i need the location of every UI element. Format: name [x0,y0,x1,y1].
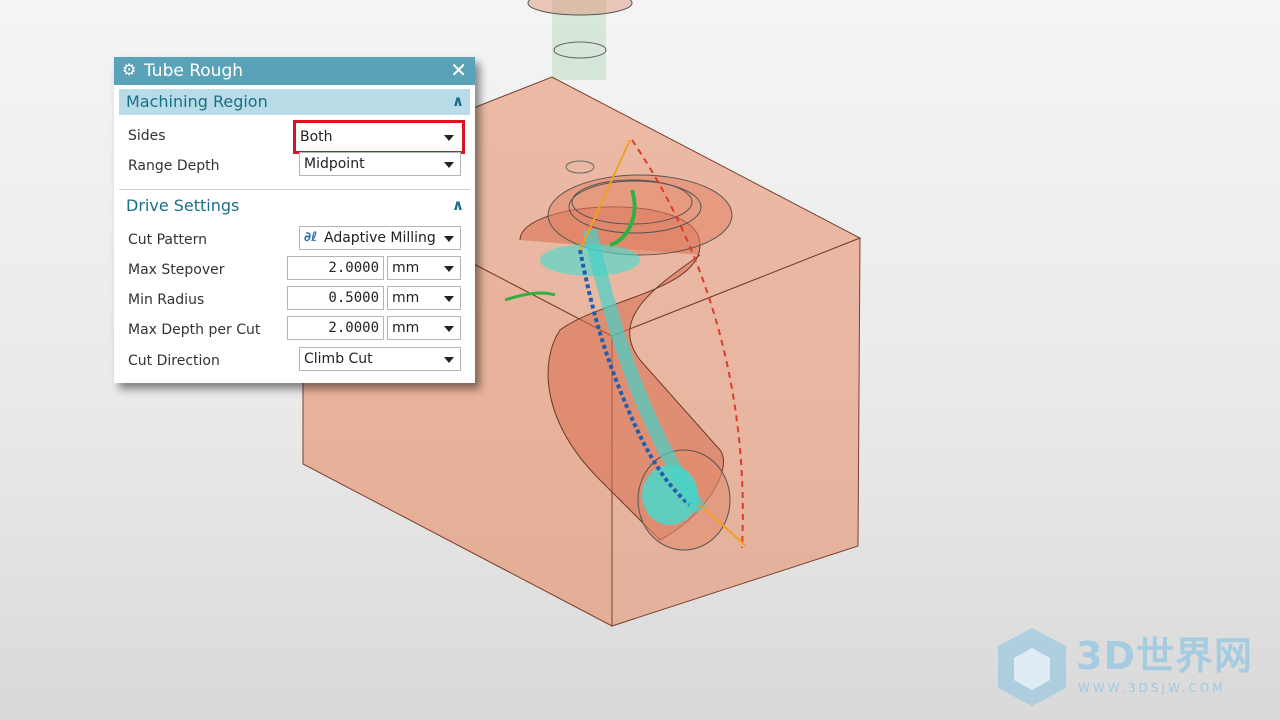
max-stepover-input[interactable]: 2.0000 [287,256,384,280]
max-depth-per-cut-row: Max Depth per Cut 2.0000 mm [119,316,470,344]
drive-settings-header[interactable]: Drive Settings ∧ [119,193,470,219]
range-depth-row: Range Depth Midpoint [119,152,470,180]
min-radius-label: Min Radius [128,292,205,308]
sides-row: Sides Both [119,120,470,154]
max-depth-per-cut-label: Max Depth per Cut [128,322,261,338]
tube-rough-dialog: ⚙ Tube Rough ✕ Machining Region ∧ Sides … [114,57,475,383]
range-depth-value: Midpoint [304,156,365,172]
sides-select[interactable]: Both [293,120,465,154]
min-radius-row: Min Radius 0.5000 mm [119,286,470,314]
cut-pattern-select[interactable]: ∂ℓ Adaptive Milling [299,226,461,250]
dialog-title: Tube Rough [144,61,244,81]
cut-direction-value: Climb Cut [304,351,373,367]
cut-pattern-label: Cut Pattern [128,232,207,248]
chevron-down-icon [444,135,454,141]
chevron-down-icon [444,296,454,302]
tool-holder [527,0,633,80]
min-radius-unit-select[interactable]: mm [387,286,461,310]
machining-region-header[interactable]: Machining Region ∧ [119,89,470,115]
max-stepover-unit: mm [392,260,420,276]
min-radius-value: 0.5000 [328,290,379,306]
range-depth-label: Range Depth [128,158,220,174]
adaptive-milling-icon: ∂ℓ [304,230,318,245]
max-depth-per-cut-unit-select[interactable]: mm [387,316,461,340]
sides-label: Sides [128,128,166,144]
chevron-up-icon[interactable]: ∧ [452,194,464,216]
max-stepover-value: 2.0000 [328,260,379,276]
watermark-text: 3D世界网 [1076,634,1253,678]
watermark-logo [998,628,1066,706]
max-depth-per-cut-unit: mm [392,320,420,336]
watermark-url: WWW.3DSJW.COM [1078,681,1226,695]
group-divider [119,189,470,190]
drive-settings-group: Drive Settings ∧ Cut Pattern ∂ℓ Adaptive… [119,193,470,379]
machining-region-group: Machining Region ∧ Sides Both Range Dept… [119,89,470,187]
machining-region-label: Machining Region [126,92,268,111]
max-depth-per-cut-value: 2.0000 [328,320,379,336]
range-depth-select[interactable]: Midpoint [299,152,461,176]
max-depth-per-cut-input[interactable]: 2.0000 [287,316,384,340]
chevron-down-icon [444,326,454,332]
chevron-down-icon [444,236,454,242]
max-stepover-row: Max Stepover 2.0000 mm [119,256,470,284]
chevron-down-icon [444,357,454,363]
min-radius-input[interactable]: 0.5000 [287,286,384,310]
max-stepover-label: Max Stepover [128,262,225,278]
cut-direction-row: Cut Direction Climb Cut [119,347,470,375]
cut-direction-select[interactable]: Climb Cut [299,347,461,371]
cut-pattern-value: Adaptive Milling [324,230,436,246]
gear-icon: ⚙ [122,60,137,79]
cut-pattern-row: Cut Pattern ∂ℓ Adaptive Milling [119,226,470,254]
close-icon[interactable]: ✕ [450,59,467,81]
chevron-down-icon [444,162,454,168]
min-radius-unit: mm [392,290,420,306]
drive-settings-label: Drive Settings [126,196,240,215]
max-stepover-unit-select[interactable]: mm [387,256,461,280]
chevron-up-icon[interactable]: ∧ [452,90,464,112]
sides-value: Both [300,129,333,145]
dialog-titlebar[interactable]: ⚙ Tube Rough ✕ [114,57,475,85]
cut-direction-label: Cut Direction [128,353,220,369]
chevron-down-icon [444,266,454,272]
